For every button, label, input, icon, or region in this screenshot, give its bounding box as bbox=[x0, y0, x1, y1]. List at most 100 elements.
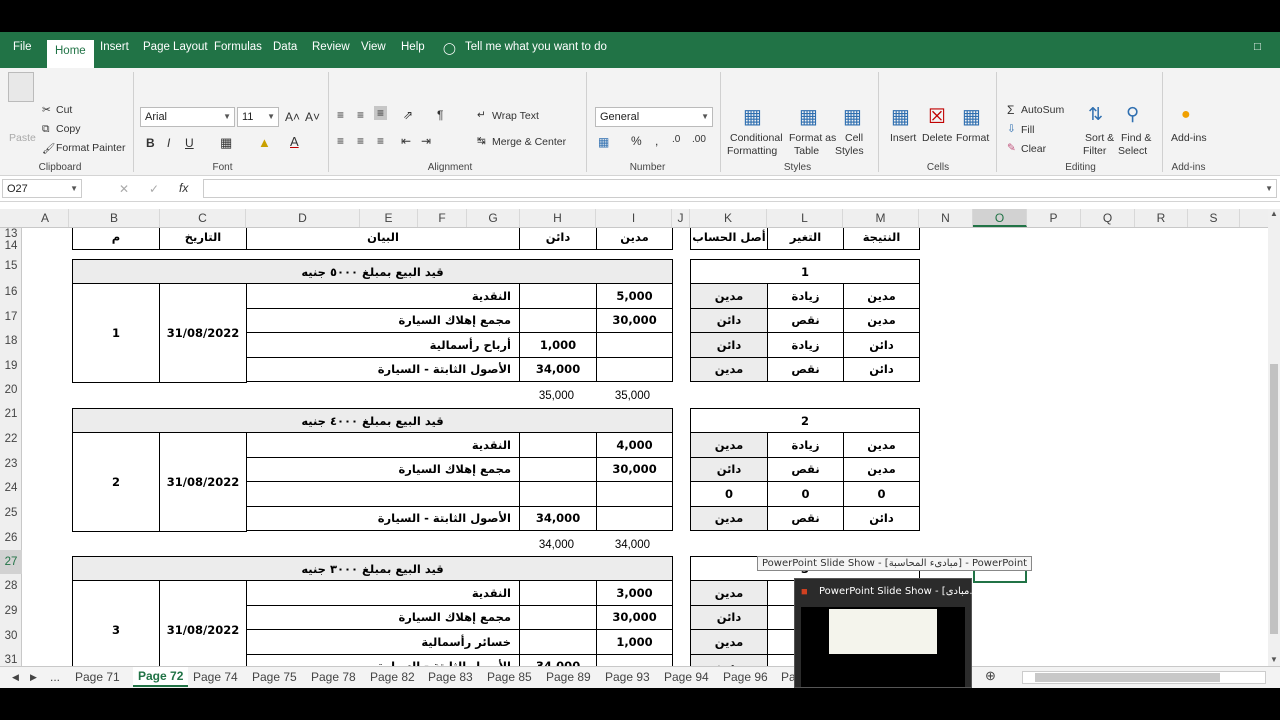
analysis-result[interactable]: مدين bbox=[843, 307, 920, 333]
tab-view[interactable]: View bbox=[361, 41, 386, 53]
column-header-L[interactable]: L bbox=[767, 209, 843, 227]
entry-credit[interactable]: 34,000 bbox=[519, 356, 597, 382]
decrease-decimal-icon[interactable]: .00 bbox=[692, 134, 706, 145]
align-middle-icon[interactable]: ≡ bbox=[357, 108, 364, 122]
entry-description[interactable]: مجمع إهلاك السيارة bbox=[246, 604, 520, 630]
tab-insert[interactable]: Insert bbox=[100, 41, 129, 53]
search-icon[interactable]: ⚲ bbox=[1126, 104, 1139, 125]
analysis-change[interactable]: زيادة bbox=[767, 332, 844, 358]
sheet-tab[interactable]: Page 96 bbox=[723, 670, 768, 684]
comments-icon[interactable]: □ bbox=[1254, 41, 1261, 53]
insert-cells-icon[interactable]: ▦ bbox=[891, 104, 910, 129]
analysis-orig[interactable]: مدين bbox=[690, 505, 768, 531]
analysis-orig[interactable]: 0 bbox=[690, 481, 768, 507]
delete-cells-icon[interactable]: ☒ bbox=[928, 104, 946, 129]
analysis-change[interactable]: نقص bbox=[767, 356, 844, 382]
entry-credit[interactable]: 34,000 bbox=[519, 653, 597, 666]
column-header-G[interactable]: G bbox=[467, 209, 520, 227]
row-header-22[interactable]: 22 bbox=[0, 427, 22, 452]
entry-credit[interactable] bbox=[519, 580, 597, 606]
row-header-27[interactable]: 27 bbox=[0, 550, 22, 574]
analysis-orig[interactable]: دائن bbox=[690, 604, 768, 630]
sheet-tab[interactable]: Page 75 bbox=[252, 670, 297, 684]
analysis-change[interactable]: 0 bbox=[767, 481, 844, 507]
worksheet-grid[interactable]: م التاريخ البيان دائن مدين أصل الحساب التغير ال… bbox=[22, 228, 1268, 666]
delete-cells-button[interactable]: Delete bbox=[922, 132, 952, 144]
fill-color-icon[interactable]: ▲ bbox=[258, 135, 271, 150]
align-top-icon[interactable]: ≡ bbox=[337, 108, 344, 122]
format-table-icon[interactable]: ▦ bbox=[799, 104, 818, 129]
clear-button[interactable]: Clear bbox=[1021, 143, 1046, 155]
column-header-E[interactable]: E bbox=[360, 209, 418, 227]
sheet-tab[interactable]: Page 94 bbox=[664, 670, 709, 684]
header-debit[interactable]: مدين bbox=[596, 228, 673, 250]
more-sheets-button[interactable]: ... bbox=[50, 670, 60, 684]
add-ins-button[interactable]: Add-ins bbox=[1171, 132, 1207, 144]
bold-button[interactable]: B bbox=[146, 136, 155, 150]
insert-cells-button[interactable]: Insert bbox=[890, 132, 916, 144]
row-header-23[interactable]: 23 bbox=[0, 452, 22, 476]
block-title[interactable]: قيد البيع بمبلغ ٣٠٠٠ جنيه bbox=[72, 556, 673, 581]
rtl-icon[interactable]: ¶ bbox=[437, 108, 443, 122]
analysis-orig[interactable]: دائن bbox=[690, 332, 768, 358]
analysis-change[interactable]: زيادة bbox=[767, 283, 844, 309]
entry-date[interactable]: 31/08/2022 bbox=[159, 283, 247, 383]
analysis-orig[interactable]: مدين bbox=[690, 580, 768, 606]
underline-button[interactable]: U bbox=[185, 136, 194, 150]
entry-description[interactable]: أرباح رأسمالية bbox=[246, 332, 520, 358]
entry-debit[interactable] bbox=[596, 653, 673, 666]
italic-button[interactable]: I bbox=[167, 136, 170, 150]
borders-icon[interactable]: ▦ bbox=[220, 135, 232, 151]
entry-description[interactable]: مجمع إهلاك السيارة bbox=[246, 307, 520, 333]
analysis-orig[interactable]: مدين bbox=[690, 356, 768, 382]
column-header-N[interactable]: N bbox=[919, 209, 973, 227]
analysis-orig[interactable]: دائن bbox=[690, 307, 768, 333]
format-cells-button[interactable]: Format bbox=[956, 132, 989, 144]
format-painter-icon[interactable]: 🖌 bbox=[42, 142, 55, 155]
entry-credit[interactable] bbox=[519, 307, 597, 333]
row-header-25[interactable]: 25 bbox=[0, 501, 22, 526]
font-size-select[interactable]: 11 ▼ bbox=[237, 107, 279, 127]
sort-filter-button[interactable]: Sort & bbox=[1085, 132, 1114, 144]
column-header-B[interactable]: B bbox=[69, 209, 160, 227]
entry-debit[interactable]: 1,000 bbox=[596, 629, 673, 655]
sheet-tab[interactable]: Page 89 bbox=[546, 670, 591, 684]
comma-style-icon[interactable]: , bbox=[655, 134, 658, 148]
clear-icon[interactable]: ✎ bbox=[1007, 142, 1016, 154]
row-header-30[interactable]: 30 bbox=[0, 624, 22, 648]
column-header-R[interactable]: R bbox=[1135, 209, 1188, 227]
scroll-up-icon[interactable]: ▲ bbox=[1270, 209, 1278, 218]
row-header-15[interactable]: 15 bbox=[0, 252, 22, 280]
insert-function-button[interactable]: fx bbox=[179, 181, 188, 195]
analysis-change[interactable]: نقص bbox=[767, 307, 844, 333]
analysis-result[interactable]: مدين bbox=[843, 283, 920, 309]
entry-description[interactable]: خسائر رأسمالية bbox=[246, 629, 520, 655]
font-name-select[interactable]: Arial ▼ bbox=[140, 107, 235, 127]
increase-indent-icon[interactable]: ⇥ bbox=[421, 134, 431, 148]
increase-font-icon[interactable]: A˄ bbox=[285, 110, 300, 124]
copy-icon[interactable]: ⧉ bbox=[42, 123, 50, 136]
merge-icon[interactable]: ↹ bbox=[477, 135, 486, 147]
entry-description[interactable]: الأصول الثابتة - السيارة bbox=[246, 356, 520, 382]
entry-number[interactable]: 1 bbox=[72, 283, 160, 383]
column-header-S[interactable]: S bbox=[1188, 209, 1240, 227]
number-format-select[interactable]: General ▼ bbox=[595, 107, 713, 127]
header-change[interactable]: التغير bbox=[767, 228, 844, 250]
analysis-orig[interactable]: مدين bbox=[690, 432, 768, 458]
decrease-indent-icon[interactable]: ⇤ bbox=[401, 134, 411, 148]
sheet-tab[interactable]: Page 93 bbox=[605, 670, 650, 684]
analysis-result[interactable]: مدين bbox=[843, 456, 920, 482]
autosum-icon[interactable]: Σ bbox=[1007, 103, 1014, 117]
analysis-orig[interactable]: مدين bbox=[690, 653, 768, 666]
row-header-21[interactable]: 21 bbox=[0, 402, 22, 427]
entry-debit[interactable] bbox=[596, 332, 673, 358]
entry-debit[interactable] bbox=[596, 356, 673, 382]
header-desc[interactable]: البيان bbox=[246, 228, 520, 250]
sheet-tab[interactable]: Page 85 bbox=[487, 670, 532, 684]
cut-icon[interactable]: ✂ bbox=[42, 104, 51, 116]
cell-styles-icon[interactable]: ▦ bbox=[843, 104, 862, 129]
row-header-17[interactable]: 17 bbox=[0, 305, 22, 329]
analysis-result[interactable]: دائن bbox=[843, 505, 920, 531]
format-as-table-button[interactable]: Format as bbox=[789, 132, 836, 144]
analysis-change[interactable]: نقص bbox=[767, 456, 844, 482]
